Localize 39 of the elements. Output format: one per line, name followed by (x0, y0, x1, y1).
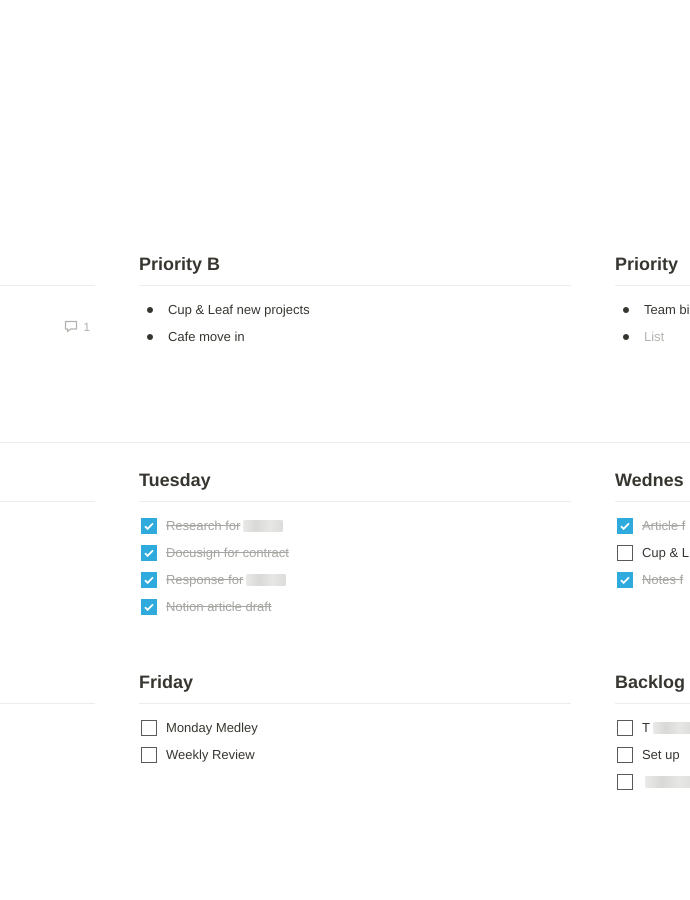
checkbox[interactable] (617, 774, 633, 790)
bullet-icon (623, 334, 629, 340)
checkbox[interactable] (141, 518, 157, 534)
checkbox[interactable] (617, 746, 633, 762)
todo-text: Response for (166, 572, 244, 587)
list-item-text: Cup & Leaf new projects (168, 302, 310, 317)
checkbox[interactable] (141, 746, 157, 762)
todo-text: Monday Medley (166, 720, 258, 735)
section-heading: Backlog (615, 671, 686, 694)
todo-text: Set up (642, 747, 680, 762)
checkbox[interactable] (617, 572, 633, 588)
section-heading: Wednes (615, 469, 684, 492)
todo-text: Weekly Review (166, 747, 255, 762)
checkbox[interactable] (141, 544, 157, 560)
checkbox[interactable] (141, 598, 157, 614)
checkbox[interactable] (617, 544, 633, 560)
checkbox[interactable] (141, 572, 157, 588)
todo-text: Cup & L (642, 545, 689, 560)
todo-text: Notes f (642, 572, 684, 587)
checkbox[interactable] (141, 720, 157, 736)
checkbox[interactable] (617, 518, 633, 534)
bullet-icon (147, 306, 153, 312)
comment-count[interactable]: 1 (83, 320, 90, 334)
section-heading: Friday (139, 671, 194, 694)
bullet-icon (623, 306, 629, 312)
todo-text: Article f (642, 518, 686, 533)
todo-text: Research for (166, 518, 240, 533)
list-item-text: Team bi (644, 302, 690, 317)
todo-text: Docusign for contract (166, 545, 289, 560)
section-heading: Priority B (139, 253, 220, 276)
list-item-text: Cafe move in (168, 329, 245, 344)
todo-text: T (642, 720, 650, 735)
section-heading: Priority (615, 253, 678, 276)
list-item-text: List (644, 329, 664, 344)
comment-icon (64, 320, 78, 333)
checkbox[interactable] (617, 720, 633, 736)
todo-text: Notion article draft (166, 599, 272, 614)
bullet-icon (147, 334, 153, 340)
section-heading: Tuesday (139, 469, 211, 492)
